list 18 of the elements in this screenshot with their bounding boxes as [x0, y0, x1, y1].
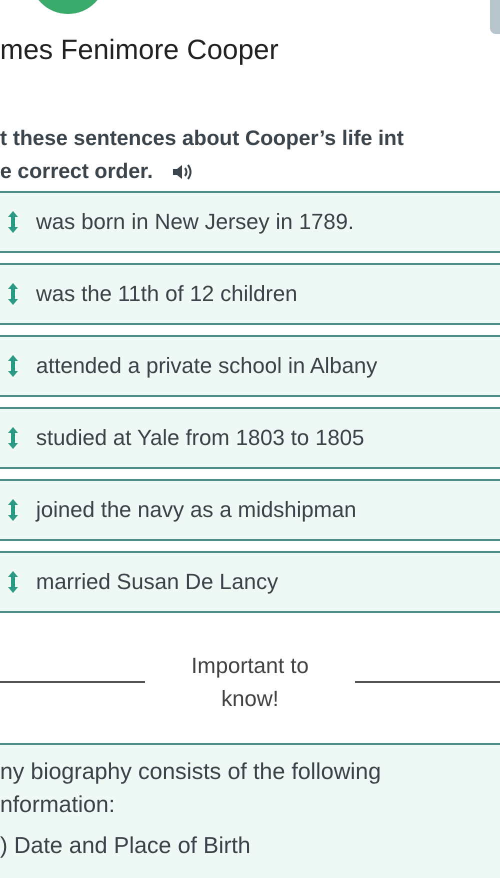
sortable-item[interactable]: was the 11th of 12 children	[0, 263, 500, 325]
sortable-item[interactable]: was born in New Jersey in 1789.	[0, 191, 500, 253]
sortable-item[interactable]: attended a private school in Albany	[0, 335, 500, 397]
instruction-text: t these sentences about Cooper’s life int	[0, 126, 404, 152]
page-title: mes Fenimore Cooper	[0, 33, 280, 67]
sortable-item[interactable]: studied at Yale from 1803 to 1805	[0, 407, 500, 469]
sortable-item[interactable]: joined the navy as a midshipman	[0, 479, 500, 541]
section-heading: Important to know!	[190, 652, 310, 713]
instruction-text: e correct order.	[0, 159, 153, 185]
reorder-icon[interactable]	[6, 569, 20, 595]
reorder-icon[interactable]	[6, 209, 20, 235]
sortable-item[interactable]: married Susan De Lancy	[0, 551, 500, 613]
info-text: ) Date and Place of Birth	[0, 831, 252, 860]
info-text: ny biography consists of the following nformation:	[0, 757, 382, 819]
reorder-icon[interactable]	[6, 281, 20, 307]
reorder-icon[interactable]	[6, 353, 20, 379]
reorder-icon[interactable]	[6, 425, 20, 451]
reorder-icon[interactable]	[6, 497, 20, 523]
